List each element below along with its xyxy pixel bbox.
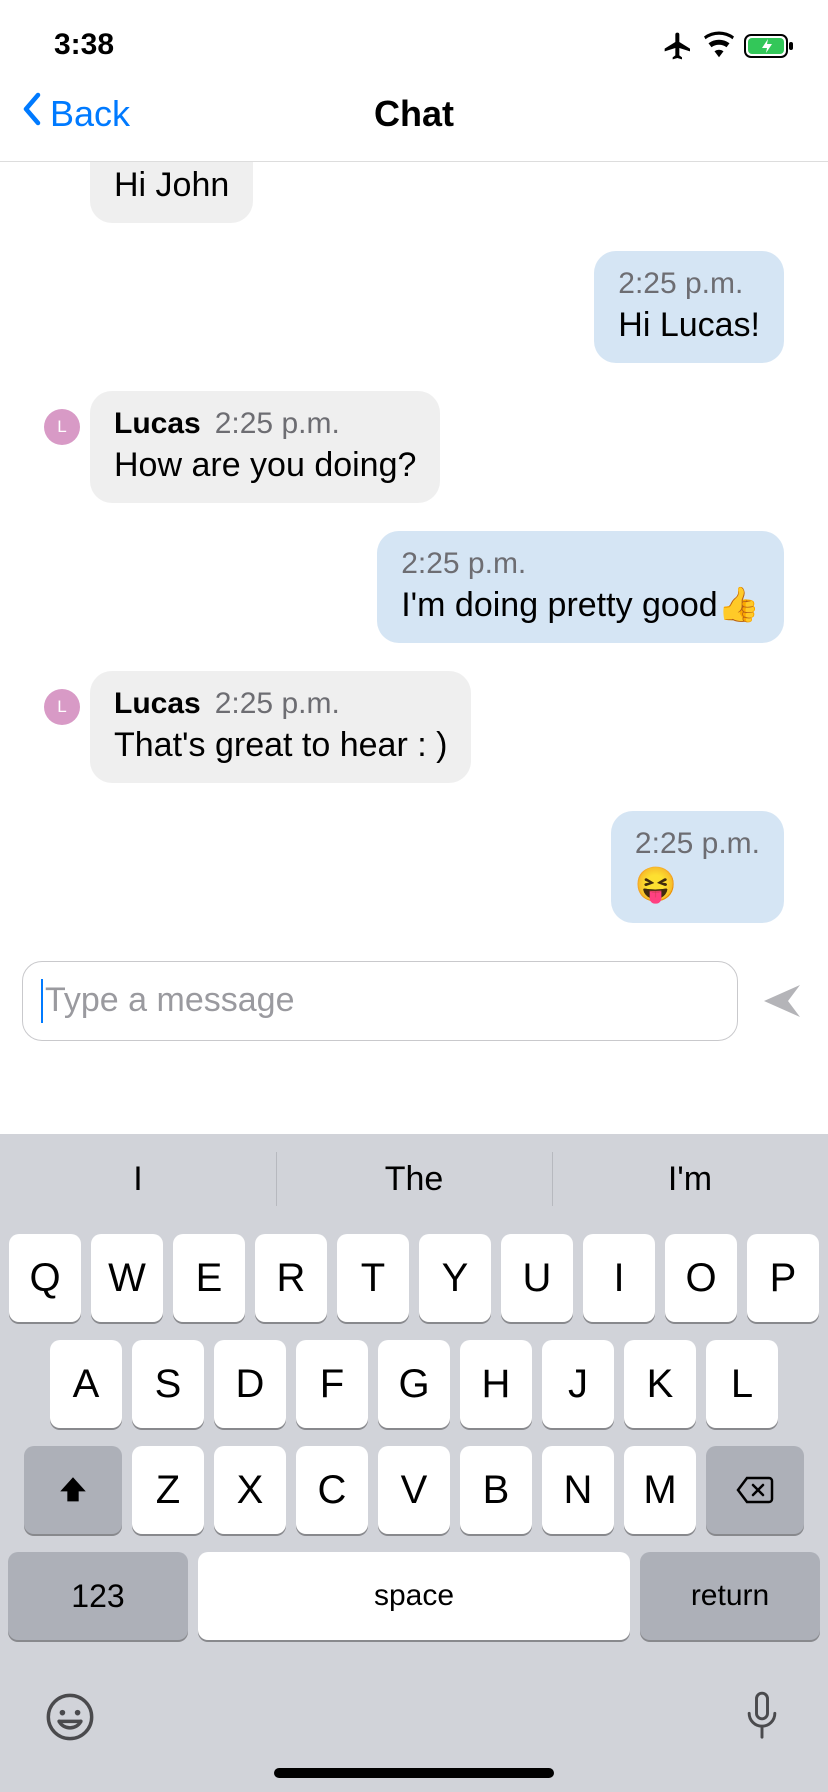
message-bubble[interactable]: Lucas 2:25 p.m. How are you doing? <box>90 391 440 503</box>
message-text: That's great to hear : ) <box>114 724 447 767</box>
key-return[interactable]: return <box>640 1552 820 1640</box>
keyboard-suggestions: I The I'm <box>0 1134 828 1224</box>
keyboard-footer <box>0 1658 828 1768</box>
text-caret <box>41 979 43 1023</box>
keyboard-row: Z X C V B N M <box>8 1446 820 1534</box>
message-bubble[interactable]: Hi John <box>90 162 253 223</box>
battery-charging-icon <box>744 33 794 59</box>
key-x[interactable]: X <box>214 1446 286 1534</box>
key-s[interactable]: S <box>132 1340 204 1428</box>
keyboard-row: 123 space return <box>8 1552 820 1640</box>
key-space[interactable]: space <box>198 1552 630 1640</box>
key-u[interactable]: U <box>501 1234 573 1322</box>
nav-bar: Back Chat <box>0 66 828 162</box>
emoji-button[interactable] <box>44 1691 96 1743</box>
key-w[interactable]: W <box>91 1234 163 1322</box>
message-bubble[interactable]: Lucas 2:25 p.m. That's great to hear : ) <box>90 671 471 783</box>
message-time: 2:25 p.m. <box>618 265 743 303</box>
airplane-mode-icon <box>662 30 694 62</box>
avatar[interactable]: L <box>44 409 80 445</box>
key-backspace[interactable] <box>706 1446 804 1534</box>
key-v[interactable]: V <box>378 1446 450 1534</box>
message-text: Hi Lucas! <box>618 304 760 347</box>
keyboard-row: Q W E R T Y U I O P <box>8 1234 820 1322</box>
key-k[interactable]: K <box>624 1340 696 1428</box>
key-f[interactable]: F <box>296 1340 368 1428</box>
key-r[interactable]: R <box>255 1234 327 1322</box>
key-t[interactable]: T <box>337 1234 409 1322</box>
status-bar: 3:38 <box>0 0 828 66</box>
home-indicator[interactable] <box>274 1768 554 1778</box>
message-sender: Lucas <box>114 405 201 443</box>
key-h[interactable]: H <box>460 1340 532 1428</box>
dictation-button[interactable] <box>740 1689 784 1745</box>
key-o[interactable]: O <box>665 1234 737 1322</box>
message-input-bar: Type a message <box>0 961 828 1041</box>
key-e[interactable]: E <box>173 1234 245 1322</box>
suggestion[interactable]: I <box>0 1134 276 1224</box>
key-y[interactable]: Y <box>419 1234 491 1322</box>
message-bubble[interactable]: 2:25 p.m. I'm doing pretty good👍 <box>377 531 784 643</box>
page-title: Chat <box>0 93 828 135</box>
message-time: 2:25 p.m. <box>215 405 340 443</box>
key-j[interactable]: J <box>542 1340 614 1428</box>
wifi-icon <box>704 31 734 61</box>
key-b[interactable]: B <box>460 1446 532 1534</box>
message-bubble[interactable]: 2:25 p.m. Hi Lucas! <box>594 251 784 363</box>
message-sender: Lucas <box>114 685 201 723</box>
suggestion[interactable]: The <box>276 1134 552 1224</box>
message-bubble[interactable]: 2:25 p.m. 😝 <box>611 811 784 923</box>
message-time: 2:25 p.m. <box>635 825 760 863</box>
key-c[interactable]: C <box>296 1446 368 1534</box>
key-p[interactable]: P <box>747 1234 819 1322</box>
message-input[interactable]: Type a message <box>22 961 738 1041</box>
message-time: 2:25 p.m. <box>401 545 526 583</box>
message-time: 2:25 p.m. <box>215 685 340 723</box>
status-time: 3:38 <box>54 28 114 62</box>
key-n[interactable]: N <box>542 1446 614 1534</box>
message-text: I'm doing pretty good👍 <box>401 584 760 627</box>
backspace-icon <box>735 1475 775 1505</box>
key-a[interactable]: A <box>50 1340 122 1428</box>
avatar[interactable]: L <box>44 689 80 725</box>
message-row: 2:25 p.m. 😝 <box>44 811 784 923</box>
message-row: 2:25 p.m. Hi Lucas! <box>44 251 784 363</box>
keyboard-row: A S D F G H J K L <box>8 1340 820 1428</box>
message-row: Hi John <box>44 162 784 223</box>
message-input-placeholder: Type a message <box>45 981 294 1020</box>
key-z[interactable]: Z <box>132 1446 204 1534</box>
key-l[interactable]: L <box>706 1340 778 1428</box>
key-g[interactable]: G <box>378 1340 450 1428</box>
message-row: L Lucas 2:25 p.m. That's great to hear :… <box>44 671 784 783</box>
keyboard: I The I'm Q W E R T Y U I O P A S D F G … <box>0 1134 828 1792</box>
key-numeric[interactable]: 123 <box>8 1552 188 1640</box>
suggestion[interactable]: I'm <box>552 1134 828 1224</box>
shift-icon <box>56 1473 90 1507</box>
key-d[interactable]: D <box>214 1340 286 1428</box>
message-text: Hi John <box>114 164 229 207</box>
message-row: L Lucas 2:25 p.m. How are you doing? <box>44 391 784 503</box>
key-shift[interactable] <box>24 1446 122 1534</box>
message-row: 2:25 p.m. I'm doing pretty good👍 <box>44 531 784 643</box>
key-m[interactable]: M <box>624 1446 696 1534</box>
key-q[interactable]: Q <box>9 1234 81 1322</box>
message-text: 😝 <box>635 864 760 907</box>
chat-messages[interactable]: Hi John 2:25 p.m. Hi Lucas! L Lucas 2:25… <box>0 162 828 933</box>
message-text: How are you doing? <box>114 444 416 487</box>
key-i[interactable]: I <box>583 1234 655 1322</box>
send-button[interactable] <box>758 977 806 1025</box>
